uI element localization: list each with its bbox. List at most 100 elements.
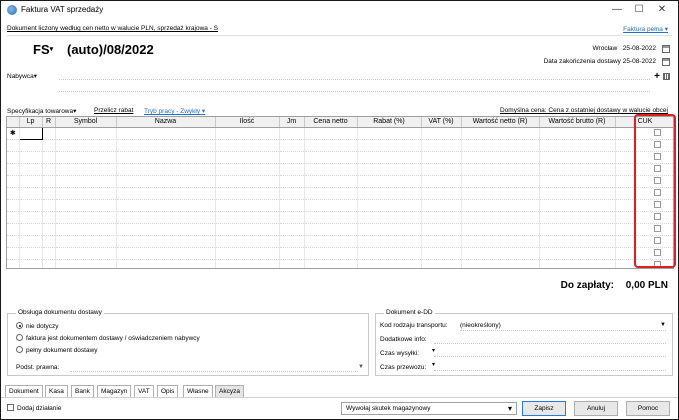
grid-cell[interactable] <box>539 127 616 140</box>
tab-kasa[interactable]: Kasa <box>45 385 68 397</box>
grid-cell[interactable] <box>55 175 117 188</box>
grid-cell[interactable] <box>116 139 216 152</box>
grid-cell[interactable] <box>19 175 43 188</box>
grid-cell[interactable] <box>304 127 358 140</box>
grid-cell[interactable] <box>7 259 20 268</box>
calendar-icon[interactable] <box>662 45 670 53</box>
grid-cell[interactable] <box>304 223 358 236</box>
grid-cell[interactable] <box>539 247 616 260</box>
grid-cell[interactable] <box>42 259 56 268</box>
grid-cell[interactable] <box>357 211 422 224</box>
grid-cell[interactable] <box>461 247 540 260</box>
grid-cell[interactable] <box>55 139 117 152</box>
grid-cell[interactable] <box>19 235 43 248</box>
grid-cell[interactable] <box>19 247 43 260</box>
grid-col-header[interactable]: CUK <box>615 117 673 128</box>
grid-cell[interactable] <box>539 223 616 236</box>
grid-cell[interactable] <box>461 127 540 140</box>
grid-cell[interactable] <box>615 151 673 164</box>
grid-cell[interactable] <box>215 235 280 248</box>
skutek-select[interactable]: Wywołaj skutek magazynowy ▾ <box>341 402 517 415</box>
grid-cell[interactable] <box>7 211 20 224</box>
grid-cell[interactable] <box>304 187 358 200</box>
grid-cell[interactable] <box>55 163 117 176</box>
grid-cell[interactable] <box>42 163 56 176</box>
grid-cell[interactable] <box>615 163 673 176</box>
grid-cell[interactable] <box>279 259 305 268</box>
grid-cell[interactable] <box>116 151 216 164</box>
table-row[interactable] <box>7 139 673 152</box>
grid-cell[interactable] <box>42 151 56 164</box>
nabywca-address-field[interactable] <box>59 91 650 92</box>
grid-col-header[interactable]: Ilość <box>215 117 280 128</box>
minimize-button[interactable]: — <box>607 3 627 17</box>
grid-cell[interactable] <box>42 139 56 152</box>
grid-cell[interactable] <box>215 151 280 164</box>
grid-cell[interactable] <box>42 247 56 260</box>
grid-cell[interactable] <box>19 223 43 236</box>
grid-cell[interactable] <box>461 199 540 212</box>
grid-cell[interactable]: ✱ <box>7 127 20 140</box>
grid-cell[interactable] <box>279 151 305 164</box>
grid-cell[interactable] <box>304 211 358 224</box>
grid-col-header[interactable]: Wartość netto (R) <box>461 117 540 128</box>
radio-nie-dotyczy[interactable]: nie dotyczy <box>16 322 59 330</box>
grid-cell[interactable] <box>279 139 305 152</box>
grid-cell[interactable] <box>421 175 462 188</box>
grid-cell[interactable] <box>304 235 358 248</box>
grid-cell[interactable] <box>55 235 117 248</box>
grid-cell[interactable] <box>215 223 280 236</box>
table-row[interactable] <box>7 211 673 224</box>
grid-cell[interactable] <box>539 259 616 268</box>
grid-cell[interactable] <box>615 175 673 188</box>
nabywca-selector[interactable]: Nabywca▾ <box>7 72 37 80</box>
grid-cell[interactable] <box>357 151 422 164</box>
grid-cell[interactable] <box>279 175 305 188</box>
grid-cell[interactable] <box>615 127 673 140</box>
grid-cell[interactable] <box>539 175 616 188</box>
grid-cell[interactable] <box>615 187 673 200</box>
grid-col-header[interactable]: Symbol <box>55 117 117 128</box>
grid-cell[interactable] <box>461 151 540 164</box>
dropdown-marker-icon[interactable]: ▾ <box>432 347 435 354</box>
grid-cell[interactable] <box>615 139 673 152</box>
czas-wysylki-field[interactable] <box>434 356 666 357</box>
grid-cell[interactable] <box>357 127 422 140</box>
grid-cell[interactable] <box>7 139 20 152</box>
grid-cell[interactable] <box>19 139 43 152</box>
grid-cell[interactable] <box>539 151 616 164</box>
grid-cell[interactable] <box>279 223 305 236</box>
grid-cell[interactable] <box>421 139 462 152</box>
document-info-link[interactable]: Dokument liczony według cen netto w walu… <box>7 25 218 32</box>
grid-cell[interactable] <box>615 259 673 268</box>
end-date-field[interactable]: Data zakończenia dostawy 25-08-2022 <box>544 58 656 65</box>
grid-cell[interactable] <box>55 223 117 236</box>
grid-cell[interactable] <box>215 187 280 200</box>
table-row[interactable] <box>7 163 673 176</box>
cuk-checkbox[interactable] <box>653 165 661 173</box>
tab-opis[interactable]: Opis <box>157 385 179 397</box>
grid-cell[interactable] <box>19 211 43 224</box>
grid-cell[interactable] <box>304 247 358 260</box>
grid-cell[interactable] <box>55 259 117 268</box>
grid-cell[interactable] <box>215 163 280 176</box>
czas-przewozu-field[interactable] <box>434 370 666 371</box>
cuk-checkbox[interactable] <box>653 249 661 257</box>
items-grid[interactable]: Lp R Symbol Nazwa Ilość Jm Cena netto Rabat (%)… <box>6 116 674 269</box>
table-row[interactable] <box>7 151 673 164</box>
grid-cell[interactable] <box>19 187 43 200</box>
podst-prawna-field[interactable] <box>70 371 358 372</box>
add-icon[interactable]: + <box>654 71 660 82</box>
grid-cell[interactable] <box>539 199 616 212</box>
grid-cell[interactable] <box>279 163 305 176</box>
grid-cell[interactable] <box>55 187 117 200</box>
grid-cell[interactable] <box>461 211 540 224</box>
grid-cell[interactable] <box>7 187 20 200</box>
grid-cell[interactable] <box>539 163 616 176</box>
grid-cell[interactable] <box>55 127 117 140</box>
grid-cell[interactable] <box>357 139 422 152</box>
grid-cell[interactable] <box>357 259 422 268</box>
grid-cell[interactable] <box>357 199 422 212</box>
grid-cell[interactable] <box>615 247 673 260</box>
grid-cell[interactable] <box>357 187 422 200</box>
